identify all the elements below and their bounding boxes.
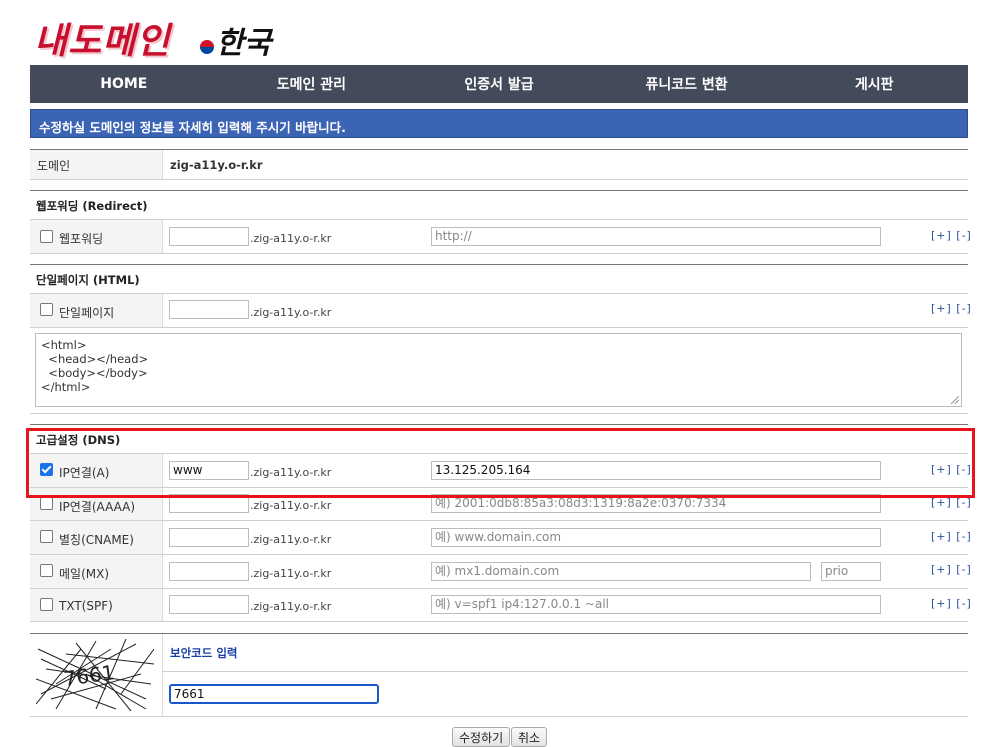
divider [30, 424, 968, 425]
domain-suffix: .zig-a11y.o-r.kr [250, 600, 332, 613]
logo-sub-text: 한국 [216, 26, 272, 61]
divider [30, 293, 968, 294]
html-host-input[interactable] [169, 300, 249, 319]
divider [30, 716, 968, 717]
redirect-host-input[interactable] [169, 227, 249, 246]
captcha-image: 7661 [35, 638, 155, 713]
divider [162, 555, 163, 588]
html-page-checkbox[interactable] [40, 303, 53, 316]
nav-board[interactable]: 게시판 [780, 74, 968, 94]
divider [30, 264, 968, 265]
dns-cname-checkbox[interactable] [40, 530, 53, 543]
html-section-title: 단일페이지 (HTML) [36, 273, 140, 287]
dns-mx-value-input[interactable]: 예) mx1.domain.com [431, 562, 811, 581]
logo-main-text: 내도메인 [34, 20, 171, 62]
html-line: </html> [41, 380, 91, 394]
divider [30, 327, 968, 328]
add-remove-buttons[interactable]: [+] [-] [931, 597, 972, 610]
divider [30, 149, 968, 150]
nav-home[interactable]: HOME [30, 76, 218, 92]
resize-handle-icon[interactable] [951, 396, 959, 404]
html-line: <html> [41, 338, 87, 352]
divider [162, 634, 163, 716]
nav-domain-manage[interactable]: 도메인 관리 [218, 74, 406, 94]
dns-cname-host-input[interactable] [169, 528, 249, 547]
dns-cname-value-input[interactable]: 예) www.domain.com [431, 528, 881, 547]
domain-suffix: .zig-a11y.o-r.kr [250, 232, 332, 245]
divider [162, 294, 163, 327]
redirect-url-input[interactable]: http:// [431, 227, 881, 246]
redirect-checkbox-label: 웹포워딩 [59, 232, 104, 246]
notice-banner: 수정하실 도메인의 정보를 자세히 입력해 주시기 바랍니다. [30, 109, 968, 138]
nav-punycode[interactable]: 퓨니코드 변환 [593, 74, 781, 94]
redirect-checkbox[interactable] [40, 230, 53, 243]
dns-mx-prio-input[interactable]: prio [821, 562, 881, 581]
domain-suffix: .zig-a11y.o-r.kr [250, 533, 332, 546]
divider [30, 413, 968, 414]
divider [30, 219, 968, 220]
redirect-section-title: 웹포워딩 (Redirect) [36, 199, 148, 213]
divider [30, 190, 968, 191]
html-content-textarea[interactable]: <html> <head></head> <body></body> </htm… [35, 333, 962, 407]
dns-txt-label: TXT(SPF) [59, 599, 113, 613]
html-line: <body></body> [41, 366, 148, 380]
add-remove-buttons[interactable]: [+] [-] [931, 530, 972, 543]
dns-mx-host-input[interactable] [169, 562, 249, 581]
dns-txt-value-input[interactable]: 예) v=spf1 ip4:127.0.0.1 ~all [431, 595, 881, 614]
domain-suffix: .zig-a11y.o-r.kr [250, 567, 332, 580]
divider [30, 253, 968, 254]
dns-txt-host-input[interactable] [169, 595, 249, 614]
dns-mx-label: 메일(MX) [59, 567, 110, 581]
domain-value: zig-a11y.o-r.kr [170, 158, 263, 172]
html-page-checkbox-label: 단일페이지 [59, 306, 115, 320]
html-line: <head></head> [41, 352, 149, 366]
divider [162, 589, 163, 621]
dns-aaaa-checkbox[interactable] [40, 497, 53, 510]
divider [30, 588, 968, 589]
captcha-noise-icon: 7661 [35, 638, 155, 712]
divider [162, 220, 163, 253]
domain-suffix: .zig-a11y.o-r.kr [250, 306, 332, 319]
taegeuk-dot-icon [200, 40, 214, 54]
main-nav: HOME 도메인 관리 인증서 발급 퓨니코드 변환 게시판 [30, 65, 968, 103]
nav-certificate[interactable]: 인증서 발급 [405, 74, 593, 94]
divider [30, 554, 968, 555]
cancel-button[interactable]: 취소 [511, 727, 548, 747]
domain-label: 도메인 [37, 159, 71, 173]
captcha-label: 보안코드 입력 [170, 646, 238, 660]
dns-aaaa-label: IP연결(AAAA) [59, 500, 136, 514]
divider [163, 671, 968, 672]
add-remove-buttons[interactable]: [+] [-] [931, 563, 972, 576]
domain-suffix: .zig-a11y.o-r.kr [250, 499, 332, 512]
add-remove-buttons[interactable]: [+] [-] [931, 302, 972, 315]
divider [30, 633, 968, 634]
captcha-input[interactable]: 7661 [169, 684, 379, 704]
site-logo[interactable]: 내도메인 한국 [34, 8, 284, 62]
highlight-box [26, 428, 975, 498]
divider [30, 520, 968, 521]
dns-cname-label: 별칭(CNAME) [59, 533, 134, 547]
divider [162, 521, 163, 554]
add-remove-buttons[interactable]: [+] [-] [931, 229, 972, 242]
dns-mx-checkbox[interactable] [40, 564, 53, 577]
dns-txt-checkbox[interactable] [40, 598, 53, 611]
divider [162, 150, 163, 179]
divider [30, 621, 968, 622]
divider [30, 179, 968, 180]
submit-button[interactable]: 수정하기 [452, 727, 511, 747]
